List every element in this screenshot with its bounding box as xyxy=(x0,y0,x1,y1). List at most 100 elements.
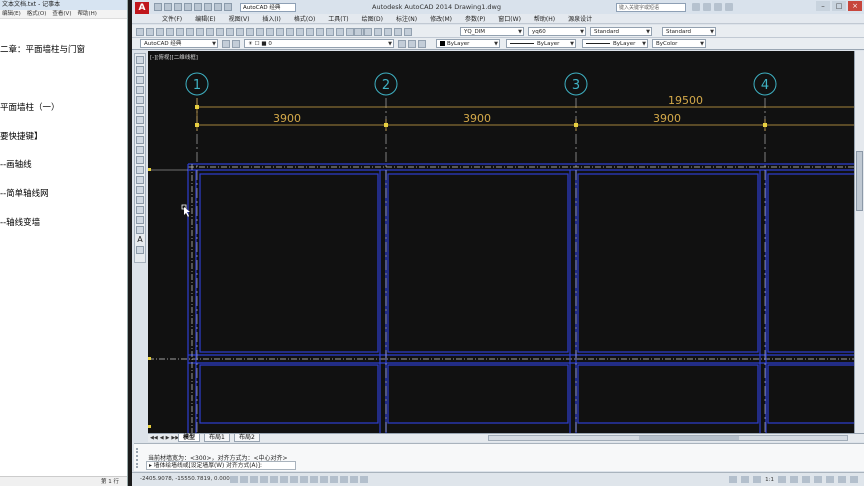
make-current-layer-icon[interactable] xyxy=(398,40,406,48)
layer-tools-icon[interactable] xyxy=(418,40,426,48)
plot-style-icon[interactable] xyxy=(394,28,402,36)
tab-layout2[interactable]: 布局2 xyxy=(234,434,260,442)
plot-icon[interactable] xyxy=(166,28,174,36)
selection-cycling-icon[interactable] xyxy=(360,476,368,483)
autocad-title-bar[interactable]: A AutoCAD 经典 Autodesk AutoCAD 2014 Drawi… xyxy=(132,0,864,14)
mleader-style-select[interactable]: Standard ▼ xyxy=(662,27,716,36)
gradient-icon[interactable] xyxy=(136,206,144,214)
zoom-previous-icon[interactable] xyxy=(286,28,294,36)
command-window-grip[interactable] xyxy=(136,448,144,468)
table-icon[interactable] xyxy=(136,226,144,234)
annotation-scale-value[interactable]: 1:1 xyxy=(765,477,774,483)
workspace-settings-icon[interactable] xyxy=(222,40,230,48)
user-icon[interactable] xyxy=(703,3,711,11)
tab-model[interactable]: 模型 xyxy=(178,434,201,442)
lineweight-icon[interactable] xyxy=(330,476,338,483)
tool-palettes-icon[interactable] xyxy=(316,28,324,36)
save-icon[interactable] xyxy=(174,3,182,11)
help-search-input[interactable]: 键入关键字或短语 xyxy=(616,3,686,12)
layer-properties-icon[interactable] xyxy=(232,40,240,48)
menu-parametric[interactable]: 参数(P) xyxy=(465,14,485,23)
lock-icon[interactable] xyxy=(802,476,810,483)
menu-file[interactable]: 文件(F) xyxy=(162,14,182,23)
layer-state-icon[interactable] xyxy=(404,28,412,36)
menu-insert[interactable]: 插入(I) xyxy=(262,14,280,23)
tab-layout1[interactable]: 布局1 xyxy=(204,434,230,442)
snap-mode-icon[interactable] xyxy=(240,476,248,483)
add-selected-icon[interactable] xyxy=(136,246,144,254)
zoom-window-icon[interactable] xyxy=(276,28,284,36)
dimension-style-icon[interactable] xyxy=(354,28,362,36)
plot-style-select[interactable]: ByColor ▼ xyxy=(652,39,706,48)
redo-icon[interactable] xyxy=(214,3,222,11)
menu-edit[interactable]: 编辑(E) xyxy=(195,14,215,23)
exchange-icon[interactable] xyxy=(714,3,722,11)
arc-icon[interactable] xyxy=(136,106,144,114)
construction-line-icon[interactable] xyxy=(136,66,144,74)
search-icon[interactable] xyxy=(692,3,700,11)
maximize-button[interactable]: □ xyxy=(832,1,846,11)
next-tab-icon[interactable]: ▶ xyxy=(166,435,170,441)
preview-icon[interactable] xyxy=(176,28,184,36)
menu-draw[interactable]: 绘图(D) xyxy=(362,14,383,23)
design-center-icon[interactable] xyxy=(306,28,314,36)
region-icon[interactable] xyxy=(136,216,144,224)
drawing-area[interactable]: [-][俯视][二维线框] 19500 3900 3900 3900 1 2 3… xyxy=(148,51,864,433)
spline-icon[interactable] xyxy=(136,136,144,144)
first-tab-icon[interactable]: ◀◀ xyxy=(150,435,158,441)
undo-icon[interactable] xyxy=(204,3,212,11)
quick-properties-icon[interactable] xyxy=(350,476,358,483)
sheet-set-icon[interactable] xyxy=(326,28,334,36)
color-select[interactable]: ByLayer ▼ xyxy=(436,39,500,48)
notepad-title-bar[interactable]: 文本文档.txt - 记事本 xyxy=(0,0,127,10)
isolate-objects-icon[interactable] xyxy=(826,476,834,483)
circle-icon[interactable] xyxy=(136,116,144,124)
coordinate-readout[interactable]: -2405.9078, -15550.7819, 0.0000 xyxy=(140,476,233,482)
make-block-icon[interactable] xyxy=(136,176,144,184)
new-file-icon[interactable] xyxy=(154,3,162,11)
point-icon[interactable] xyxy=(136,186,144,194)
calculator-icon[interactable] xyxy=(346,28,354,36)
horizontal-scroll-thumb[interactable] xyxy=(639,436,739,440)
notepad-menu-format[interactable]: 格式(O) xyxy=(27,10,47,18)
linetype-select[interactable]: ByLayer ▼ xyxy=(506,39,576,48)
menu-view[interactable]: 视图(V) xyxy=(229,14,250,23)
ellipse-arc-icon[interactable] xyxy=(136,156,144,164)
3d-object-snap-icon[interactable] xyxy=(290,476,298,483)
ellipse-icon[interactable] xyxy=(136,146,144,154)
menu-help[interactable]: 帮助(H) xyxy=(534,14,555,23)
paste-icon[interactable] xyxy=(216,28,224,36)
open-file-icon[interactable] xyxy=(164,3,172,11)
markup-icon[interactable] xyxy=(336,28,344,36)
redo-icon[interactable] xyxy=(246,28,254,36)
transparency-icon[interactable] xyxy=(340,476,348,483)
line-tool-icon[interactable] xyxy=(136,56,144,64)
insert-block-icon[interactable] xyxy=(136,166,144,174)
help-icon[interactable] xyxy=(725,3,733,11)
table-style-select[interactable]: Standard ▼ xyxy=(590,27,652,36)
menu-tools[interactable]: 工具(T) xyxy=(328,14,348,23)
cut-icon[interactable] xyxy=(196,28,204,36)
menu-modify[interactable]: 修改(M) xyxy=(430,14,452,23)
hardware-acceleration-icon[interactable] xyxy=(814,476,822,483)
autocad-logo-icon[interactable]: A xyxy=(135,2,149,14)
print-icon[interactable] xyxy=(194,3,202,11)
layer-select[interactable]: ☀ ☐ ■ 0 ▼ xyxy=(244,39,394,48)
revision-cloud-icon[interactable] xyxy=(136,126,144,134)
status-bar-menu-icon[interactable] xyxy=(838,476,846,483)
close-button[interactable]: × xyxy=(848,1,862,11)
menu-yuanquan-design[interactable]: 源泉设计 xyxy=(568,14,592,23)
workspace-switching-icon[interactable] xyxy=(790,476,798,483)
notepad-menu-view[interactable]: 查看(V) xyxy=(52,10,71,18)
vertical-scroll-thumb[interactable] xyxy=(856,151,863,211)
grid-display-icon[interactable] xyxy=(250,476,258,483)
zoom-realtime-icon[interactable] xyxy=(266,28,274,36)
quick-view-layouts-icon[interactable] xyxy=(741,476,750,483)
multiline-text-icon[interactable]: A xyxy=(136,236,144,244)
polyline-icon[interactable] xyxy=(136,76,144,84)
toolbar-dropdown-icon[interactable] xyxy=(224,3,232,11)
table-style-icon[interactable] xyxy=(374,28,382,36)
layer-previous-icon[interactable] xyxy=(408,40,416,48)
mleader-style-icon[interactable] xyxy=(384,28,392,36)
command-input[interactable]: ▸ 墙体绘墙线或[设定墙厚(W) 对齐方式(A)]: xyxy=(146,461,296,470)
